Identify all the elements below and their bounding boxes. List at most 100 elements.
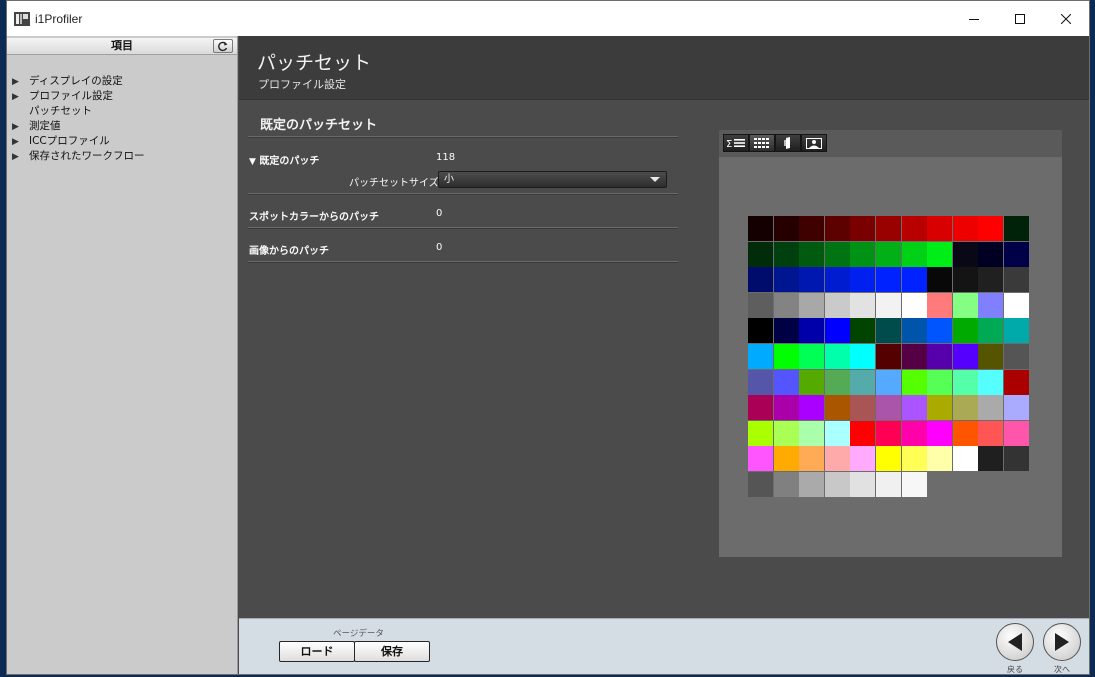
color-patch[interactable] — [901, 446, 927, 472]
color-patch[interactable] — [876, 318, 901, 344]
color-patch[interactable] — [824, 292, 850, 318]
color-patch[interactable] — [1004, 420, 1029, 446]
color-patch[interactable] — [927, 267, 953, 293]
color-patch[interactable] — [927, 241, 953, 267]
close-button[interactable] — [1043, 1, 1089, 36]
color-patch[interactable] — [748, 216, 773, 241]
default-patches-toggle[interactable]: ▼ 既定のパッチ — [249, 152, 319, 167]
image-view-button[interactable] — [801, 134, 827, 152]
minimize-button[interactable] — [951, 1, 997, 36]
sidebar-item-profile-settings[interactable]: ▶ プロファイル設定 — [12, 89, 145, 104]
color-patch[interactable] — [748, 241, 773, 267]
color-patch[interactable] — [799, 420, 825, 446]
color-patch[interactable] — [748, 395, 773, 421]
sidebar-item-measurements[interactable]: ▶ 測定値 — [12, 119, 145, 134]
color-patch[interactable] — [773, 292, 799, 318]
color-patch[interactable] — [978, 420, 1004, 446]
color-patch[interactable] — [901, 344, 927, 369]
color-patch[interactable] — [952, 395, 978, 421]
color-patch[interactable] — [748, 267, 773, 293]
color-patch[interactable] — [824, 216, 850, 241]
color-patch[interactable] — [876, 344, 901, 369]
color-patch[interactable] — [978, 318, 1004, 344]
color-patch[interactable] — [978, 369, 1004, 395]
color-patch[interactable] — [1004, 318, 1029, 344]
color-patch[interactable] — [876, 420, 901, 446]
color-patch[interactable] — [876, 369, 901, 395]
color-patch[interactable] — [1004, 344, 1029, 369]
color-patch[interactable] — [978, 292, 1004, 318]
next-button[interactable] — [1043, 623, 1081, 661]
maximize-button[interactable] — [997, 1, 1043, 36]
color-patch[interactable] — [927, 446, 953, 472]
color-patch[interactable] — [901, 472, 927, 497]
refresh-button[interactable] — [213, 39, 233, 53]
color-patch[interactable] — [773, 241, 799, 267]
color-patch[interactable] — [927, 292, 953, 318]
color-patch[interactable] — [901, 318, 927, 344]
color-patch[interactable] — [901, 267, 927, 293]
sidebar-item-icc-profile[interactable]: ▶ ICCプロファイル — [12, 134, 145, 149]
color-patch[interactable] — [748, 369, 773, 395]
color-patch[interactable] — [952, 369, 978, 395]
color-patch[interactable] — [876, 241, 901, 267]
color-patch[interactable] — [927, 344, 953, 369]
color-patch[interactable] — [799, 267, 825, 293]
color-patch[interactable] — [1004, 241, 1029, 267]
color-patch[interactable] — [1004, 446, 1029, 472]
color-patch[interactable] — [901, 369, 927, 395]
color-patch[interactable] — [978, 395, 1004, 421]
color-patch[interactable] — [773, 395, 799, 421]
color-patch[interactable] — [773, 446, 799, 472]
color-patch[interactable] — [773, 472, 799, 497]
color-patch[interactable] — [824, 267, 850, 293]
color-patch[interactable] — [824, 241, 850, 267]
color-patch[interactable] — [876, 472, 901, 497]
color-patch[interactable] — [901, 216, 927, 241]
color-patch[interactable] — [850, 216, 876, 241]
color-patch[interactable] — [748, 472, 773, 497]
color-patch[interactable] — [927, 395, 953, 421]
color-patch[interactable] — [850, 420, 876, 446]
load-button[interactable]: ロード — [279, 641, 355, 662]
color-patch[interactable] — [799, 241, 825, 267]
color-patch[interactable] — [799, 318, 825, 344]
color-patch[interactable] — [773, 344, 799, 369]
color-patch[interactable] — [824, 369, 850, 395]
color-patch[interactable] — [799, 472, 825, 497]
color-patch[interactable] — [978, 216, 1004, 241]
color-patch[interactable] — [748, 344, 773, 369]
color-patch[interactable] — [952, 344, 978, 369]
color-patch[interactable] — [850, 241, 876, 267]
color-patch[interactable] — [901, 241, 927, 267]
color-patch[interactable] — [773, 318, 799, 344]
back-button[interactable] — [996, 623, 1034, 661]
color-patch[interactable] — [850, 395, 876, 421]
color-patch[interactable] — [773, 216, 799, 241]
color-patch[interactable] — [952, 292, 978, 318]
color-patch[interactable] — [927, 369, 953, 395]
color-patch[interactable] — [799, 446, 825, 472]
color-patch[interactable] — [850, 344, 876, 369]
color-patch[interactable] — [901, 420, 927, 446]
patch-set-size-dropdown[interactable]: 小 — [438, 171, 667, 188]
swatch-view-button[interactable] — [775, 134, 801, 152]
color-patch[interactable] — [901, 292, 927, 318]
color-patch[interactable] — [748, 292, 773, 318]
color-patch[interactable] — [927, 420, 953, 446]
color-patch[interactable] — [876, 216, 901, 241]
color-patch[interactable] — [978, 446, 1004, 472]
color-patch[interactable] — [952, 420, 978, 446]
color-patch[interactable] — [824, 395, 850, 421]
color-patch[interactable] — [978, 241, 1004, 267]
color-patch[interactable] — [773, 420, 799, 446]
color-patch[interactable] — [850, 446, 876, 472]
color-patch[interactable] — [824, 318, 850, 344]
color-patch[interactable] — [850, 369, 876, 395]
list-view-button[interactable]: Σ — [723, 134, 749, 152]
color-patch[interactable] — [952, 267, 978, 293]
color-patch[interactable] — [799, 369, 825, 395]
color-patch[interactable] — [799, 344, 825, 369]
sidebar-item-patch-set[interactable]: パッチセット — [12, 104, 145, 119]
color-patch[interactable] — [876, 267, 901, 293]
